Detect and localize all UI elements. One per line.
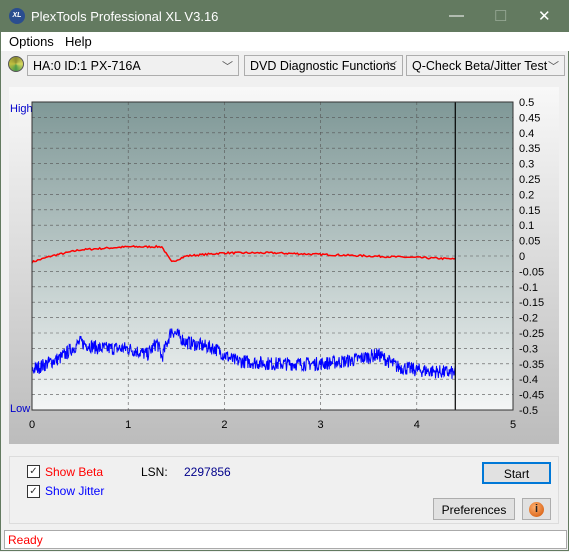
y-tick-label: -0.45 [519,390,544,402]
y-tick-label: 0.3 [519,159,534,171]
x-tick-label: 5 [510,419,516,431]
preferences-button[interactable]: Preferences [433,498,515,520]
y-tick-label: -0.5 [519,405,538,417]
x-tick-label: 4 [414,419,420,431]
x-tick-label: 1 [125,419,131,431]
x-tick-label: 3 [318,419,324,431]
show-jitter-checkbox[interactable]: ✓ [27,485,40,498]
y-tick-label: -0.3 [519,343,538,355]
y-tick-label: -0.35 [519,359,544,371]
x-tick-label: 2 [221,419,227,431]
start-button[interactable]: Start [482,462,551,484]
y-tick-label: 0.5 [519,97,534,109]
y-tick-label: -0.25 [519,328,544,340]
y-tick-label: -0.1 [519,282,538,294]
info-button[interactable]: i [522,498,551,520]
y-tick-label: 0.2 [519,189,534,201]
y-tick-label: -0.15 [519,297,544,309]
y-low-label: Low [10,403,30,415]
y-tick-label: 0 [519,251,525,263]
y-tick-label: 0.35 [519,143,540,155]
info-icon: i [529,502,544,517]
y-tick-label: 0.4 [519,128,534,140]
y-tick-label: 0.45 [519,112,540,124]
y-tick-label: -0.2 [519,313,538,325]
y-tick-label: 0.05 [519,236,540,248]
show-beta-checkbox[interactable]: ✓ [27,465,40,478]
y-tick-label: 0.15 [519,205,540,217]
y-tick-label: -0.4 [519,374,538,386]
x-tick-label: 0 [29,419,35,431]
lsn-value: 2297856 [184,465,231,479]
y-high-label: High [10,103,33,115]
show-jitter-label[interactable]: Show Jitter [45,484,104,498]
show-beta-label[interactable]: Show Beta [45,465,103,479]
lsn-label: LSN: [141,465,168,479]
y-tick-label: 0.25 [519,174,540,186]
y-tick-label: 0.1 [519,220,534,232]
status-bar: Ready [4,530,567,549]
y-tick-label: -0.05 [519,266,544,278]
